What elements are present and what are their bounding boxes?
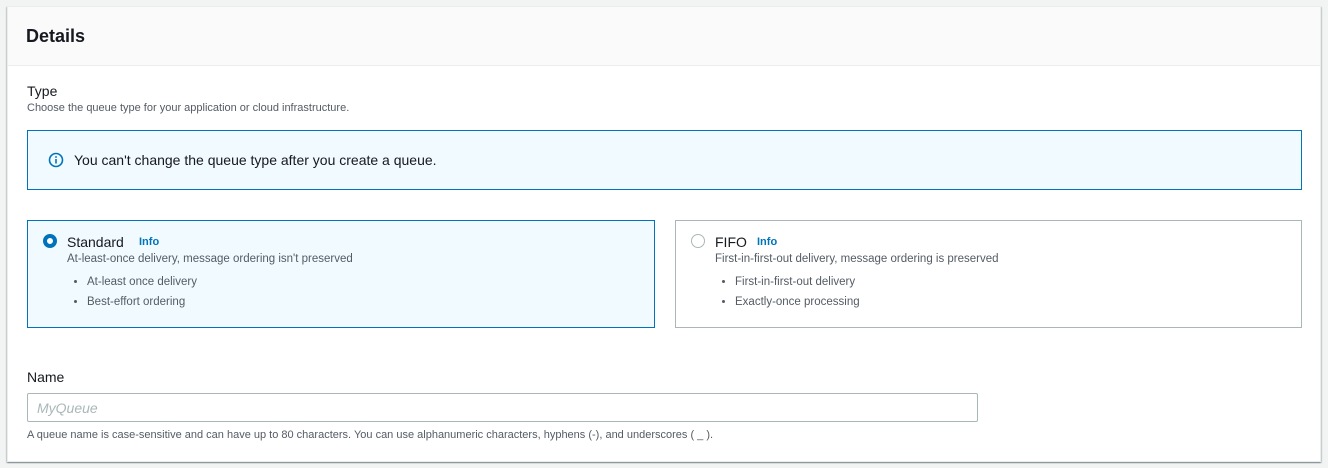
info-alert: You can't change the queue type after yo… <box>27 130 1302 190</box>
standard-description: At-least-once delivery, message ordering… <box>67 253 353 265</box>
standard-feature-list: At-least once delivery Best-effort order… <box>67 272 197 312</box>
list-item: Best-effort ordering <box>87 292 197 312</box>
queue-name-input[interactable] <box>27 393 978 422</box>
queue-type-standard-tile[interactable]: Standard Info At-least-once delivery, me… <box>27 220 655 328</box>
standard-radio-button[interactable] <box>43 234 57 248</box>
name-label: Name <box>27 369 65 385</box>
fifo-feature-list: First-in-first-out delivery Exactly-once… <box>715 272 860 312</box>
list-item: Exactly-once processing <box>735 292 860 312</box>
fifo-description: First-in-first-out delivery, message ord… <box>715 253 999 265</box>
type-label: Type <box>27 83 58 99</box>
name-hint: A queue name is case-sensitive and can h… <box>27 429 714 441</box>
list-item: First-in-first-out delivery <box>735 272 860 292</box>
fifo-radio-button[interactable] <box>691 234 705 248</box>
standard-info-link[interactable]: Info <box>139 236 159 248</box>
alert-text: You can't change the queue type after yo… <box>74 152 437 168</box>
details-panel: Details Type Choose the queue type for y… <box>7 6 1321 462</box>
standard-title: Standard <box>67 234 124 250</box>
list-item: At-least once delivery <box>87 272 197 292</box>
fifo-info-link[interactable]: Info <box>757 236 777 248</box>
type-description: Choose the queue type for your applicati… <box>27 102 350 114</box>
panel-header: Details <box>8 7 1320 66</box>
info-circle-icon <box>48 152 64 168</box>
panel-title: Details <box>26 26 86 46</box>
fifo-title: FIFO <box>715 234 747 250</box>
queue-type-fifo-tile[interactable]: FIFO Info First-in-first-out delivery, m… <box>675 220 1302 328</box>
